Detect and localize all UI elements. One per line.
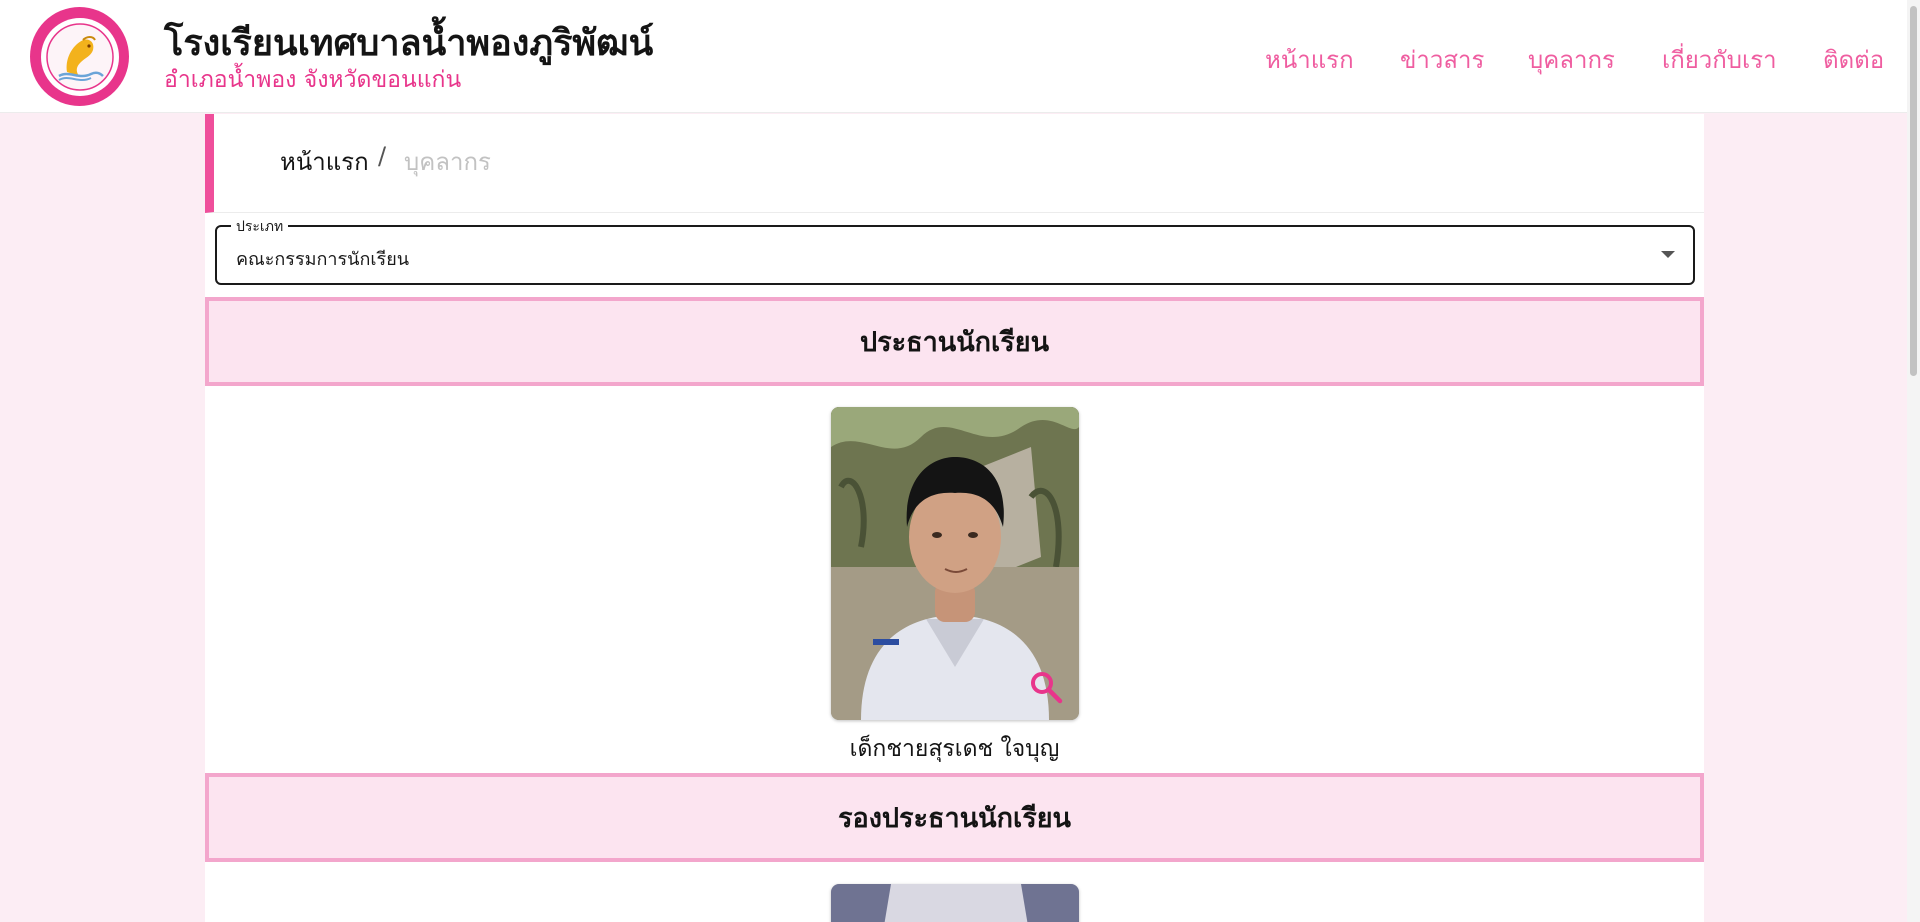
breadcrumb: หน้าแรก / บุคลากร — [205, 114, 1704, 213]
section-header-vice-president: รองประธานนักเรียน — [205, 773, 1704, 862]
section-header-president: ประธานนักเรียน — [205, 297, 1704, 386]
chevron-down-icon — [1661, 251, 1675, 258]
member-name: เด็กชายสุรเดช ใจบุญ — [849, 736, 1060, 762]
site-header: โรงเรียนเทศบาลน้ำพองภูริพัฒน์ อำเภอน้ำพอ… — [0, 0, 1920, 113]
category-select[interactable]: ประเภท คณะกรรมการนักเรียน — [215, 216, 1695, 285]
scrollbar-thumb[interactable] — [1910, 6, 1917, 376]
nav-about[interactable]: เกี่ยวกับเรา — [1662, 40, 1777, 79]
breadcrumb-separator: / — [378, 142, 387, 170]
member-photo-card[interactable] — [831, 884, 1079, 922]
section-title: ประธานนักเรียน — [859, 327, 1050, 358]
nav-home[interactable]: หน้าแรก — [1265, 40, 1354, 79]
nav-contact[interactable]: ติดต่อ — [1823, 40, 1884, 79]
member-photo-card[interactable] — [831, 407, 1079, 720]
breadcrumb-current: บุคลากร — [404, 148, 491, 176]
main-nav: หน้าแรก ข่าวสาร บุคลากร เกี่ยวกับเรา ติด… — [0, 40, 1920, 74]
breadcrumb-home-link[interactable]: หน้าแรก — [280, 142, 369, 181]
category-select-value: คณะกรรมการนักเรียน — [236, 249, 410, 270]
personnel-content: หน้าแรก / บุคลากร ประเภท คณะกรรมการนักเร… — [205, 114, 1704, 922]
page-scrollbar[interactable] — [1907, 0, 1920, 922]
nav-personnel[interactable]: บุคลากร — [1528, 40, 1615, 79]
category-select-label: ประเภท — [231, 216, 289, 238]
section-title: รองประธานนักเรียน — [838, 803, 1071, 834]
nav-news[interactable]: ข่าวสาร — [1400, 40, 1484, 79]
member-photo — [831, 884, 1079, 922]
magnify-icon[interactable] — [1029, 670, 1063, 704]
